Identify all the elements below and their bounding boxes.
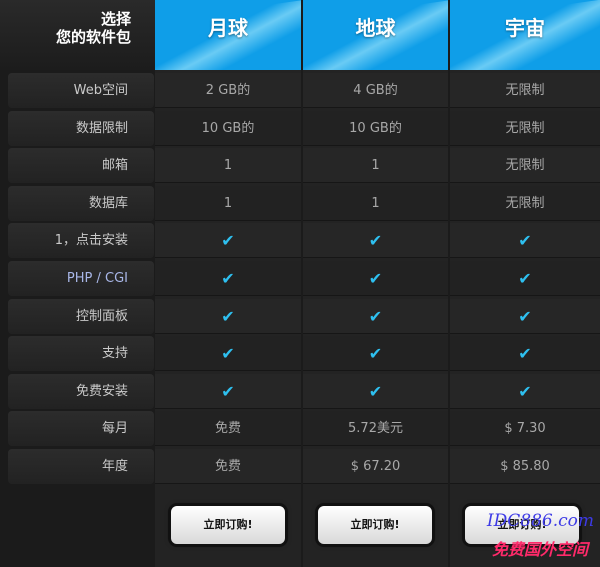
plan-header-universe: 宇宙: [450, 0, 600, 70]
cell-value: 免费: [155, 411, 301, 446]
row-label: Web空间: [8, 73, 154, 108]
cell-value: $ 7.30: [450, 411, 600, 446]
row-label: 年度: [8, 449, 154, 484]
row-label: PHP / CGI: [8, 261, 154, 296]
watermark-site: IDC886.com: [486, 511, 594, 531]
check-icon: ✔: [303, 374, 448, 409]
watermark: IDC886.com 免费国外空间: [434, 511, 594, 563]
row-label-text: 免费安装: [75, 384, 128, 399]
check-icon: ✔: [155, 299, 301, 334]
cell-value: $ 67.20: [303, 449, 448, 484]
check-icon: ✔: [303, 223, 448, 258]
row-label-text: Web空间: [73, 83, 128, 98]
row-label: 数据库: [8, 186, 154, 221]
cell-value: 无限制: [450, 111, 600, 146]
cell-value: 2 GB的: [155, 73, 301, 108]
row-label: 控制面板: [8, 299, 154, 334]
header-choose-text: 选择: [100, 10, 131, 28]
order-now-button-moon[interactable]: 立即订购!: [171, 506, 285, 544]
cell-value: 1: [155, 148, 301, 183]
plan-name-universe: 宇宙: [505, 16, 545, 40]
plan-name-moon: 月球: [208, 16, 248, 40]
check-icon: ✔: [155, 261, 301, 296]
row-label-text: 每月: [101, 421, 128, 436]
check-icon: ✔: [450, 336, 600, 371]
cell-value: $ 85.80: [450, 449, 600, 484]
cell-value: 无限制: [450, 186, 600, 221]
cell-value: 5.72美元: [303, 411, 448, 446]
check-icon: ✔: [450, 223, 600, 258]
check-icon: ✔: [450, 299, 600, 334]
order-now-button-earth[interactable]: 立即订购!: [318, 506, 432, 544]
pricing-table: 选择 您的软件包 月球 地球 宇宙 Web空间 2 GB的 4 GB的 无限制 数据限制…: [0, 0, 600, 567]
cell-value: 4 GB的: [303, 73, 448, 108]
check-icon: ✔: [303, 299, 448, 334]
check-icon: ✔: [155, 374, 301, 409]
header-package-text: 您的软件包: [55, 28, 131, 46]
row-label: 邮箱: [8, 148, 154, 183]
watermark-text: 免费国外空间: [491, 540, 588, 559]
row-label: 数据限制: [8, 111, 154, 146]
row-label: 支持: [8, 336, 154, 371]
cell-value: 1: [155, 186, 301, 221]
cell-value: 1: [303, 186, 448, 221]
row-label-text: 数据限制: [75, 121, 128, 136]
cell-value: 1: [303, 148, 448, 183]
check-icon: ✔: [450, 261, 600, 296]
cell-value: 10 GB的: [155, 111, 301, 146]
row-label-text: 年度: [101, 459, 128, 474]
row-label-text: 支持: [101, 346, 128, 361]
cell-value: 免费: [155, 449, 301, 484]
row-label-text: 数据库: [88, 196, 128, 211]
check-icon: ✔: [450, 374, 600, 409]
row-label-text: 1，点击安装: [54, 233, 128, 248]
row-label-text: 邮箱: [101, 158, 128, 173]
check-icon: ✔: [155, 336, 301, 371]
check-icon: ✔: [155, 223, 301, 258]
row-label: 免费安装: [8, 374, 154, 409]
row-label-text: 控制面板: [75, 309, 128, 324]
cell-value: 无限制: [450, 148, 600, 183]
row-label: 1，点击安装: [8, 223, 154, 258]
row-label-text: PHP / CGI: [66, 271, 128, 286]
plan-header-earth: 地球: [303, 0, 448, 70]
cell-value: 无限制: [450, 73, 600, 108]
cell-value: 10 GB的: [303, 111, 448, 146]
check-icon: ✔: [303, 261, 448, 296]
plan-header-moon: 月球: [155, 0, 301, 70]
check-icon: ✔: [303, 336, 448, 371]
plan-name-earth: 地球: [355, 16, 396, 40]
row-label: 每月: [8, 411, 154, 446]
header-corner: 选择 您的软件包: [0, 0, 155, 70]
